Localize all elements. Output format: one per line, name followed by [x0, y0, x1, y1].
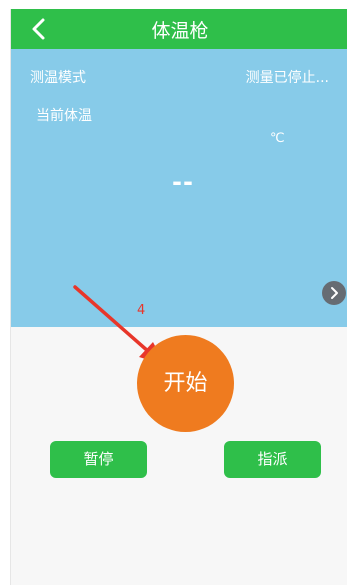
page-title: 体温枪: [151, 20, 209, 42]
annotation-step-number: 4: [137, 303, 146, 318]
title-bar: 体温枪: [11, 9, 347, 49]
temperature-unit: ℃: [270, 131, 285, 146]
mode-label: 测温模式: [30, 70, 86, 86]
start-button[interactable]: 开始: [137, 335, 234, 432]
chevron-right-icon: [331, 287, 338, 299]
next-page-button[interactable]: [322, 281, 346, 305]
temperature-value: --: [172, 168, 194, 196]
measurement-status: 测量已停止...: [245, 70, 329, 86]
assign-button[interactable]: 指派: [224, 441, 321, 478]
app-screen: 体温枪 测温模式 测量已停止... 当前体温 ℃ -- 4 开始 暂停 指派: [10, 9, 347, 585]
pause-button[interactable]: 暂停: [50, 441, 147, 478]
temperature-panel: 测温模式 测量已停止... 当前体温 ℃ --: [11, 49, 347, 327]
current-temperature-label: 当前体温: [36, 108, 92, 124]
